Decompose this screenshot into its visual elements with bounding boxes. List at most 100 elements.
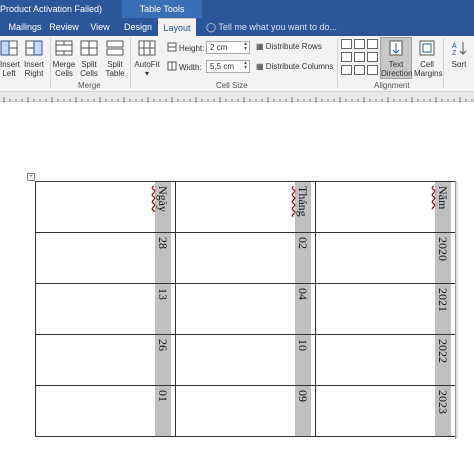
cell-text: 02 [296,237,310,249]
table-cell[interactable]: Tháng [175,181,316,233]
table-cell[interactable]: 01 [35,385,176,437]
cell-text: 01 [156,390,170,402]
table-cell[interactable]: 28 [35,232,176,284]
split-cells-label: Split Cells [80,60,98,78]
tab-mailings[interactable]: Mailings [2,18,48,36]
table-right-edge [455,181,458,439]
autofit-button[interactable]: AutoFit ▾ [132,40,162,78]
row-height-icon [167,42,177,52]
split-cells-button[interactable]: Split Cells [78,40,100,78]
text-direction-button[interactable]: Text Direction [380,37,413,79]
cell-margins-button[interactable]: Cell Margins [414,40,442,78]
column-width-icon [167,61,177,71]
table-cell[interactable]: 13 [35,283,176,335]
width-value: 5,5 cm [210,62,235,71]
table-cell[interactable]: 26 [35,334,176,386]
insert-right-icon [25,40,43,56]
horizontal-ruler[interactable] [0,92,474,103]
table-header-row: Ngày Tháng Năm [35,181,456,233]
table-cell[interactable]: 2021 [315,283,456,335]
data-table[interactable]: Ngày Tháng Năm 28 02 2020 13 04 2021 26 10 2022 01 09… [35,181,456,437]
table-row: 26 10 2022 [35,334,456,386]
autofit-icon [138,40,156,56]
tell-me-text: Tell me what you want to do... [218,22,337,32]
table-cell[interactable]: 09 [175,385,316,437]
align-top-right-icon[interactable] [367,39,378,49]
text-direction-icon [389,40,403,56]
merge-cells-label: Merge Cells [52,60,76,78]
cell-text: 26 [156,339,170,351]
group-label-merge: Merge [78,81,101,90]
ribbon-panel: Insert Left Insert Right Merge Cells Spl… [0,36,474,92]
align-top-left-icon[interactable] [341,39,352,49]
tab-view[interactable]: View [84,18,116,36]
distribute-columns-label: Distribute Columns [265,62,334,71]
align-top-center-icon[interactable] [354,39,365,49]
table-row: 13 04 2021 [35,283,456,335]
table-cell[interactable]: 10 [175,334,316,386]
distribute-rows-icon: ▦ [256,42,264,51]
tab-layout[interactable]: Layout [158,18,196,36]
tab-design[interactable]: Design [120,18,156,36]
cell-text: 2022 [436,339,450,363]
width-label: Width: [179,63,202,72]
table-tools-label: Table Tools [122,0,202,18]
table-cell[interactable]: 02 [175,232,316,284]
distribute-columns-button[interactable]: ▦ Distribute Columns [256,62,333,71]
align-center-left-icon[interactable] [341,52,352,62]
svg-text:A: A [452,43,457,50]
group-label-alignment: Alignment [374,81,410,90]
table-row: 28 02 2020 [35,232,456,284]
table-cell[interactable]: Ngày [35,181,176,233]
cell-text: 2021 [436,288,450,312]
sort-label: Sort [451,60,467,69]
insert-left-label: Insert Left [0,60,21,78]
cell-text: 10 [296,339,310,351]
height-value: 2 cm [210,43,228,52]
merge-cells-button[interactable]: Merge Cells [52,40,76,78]
lightbulb-icon: ◯ [206,22,217,32]
height-field[interactable]: 2 cm ▲ ▼ [206,41,250,54]
split-table-button[interactable]: Split Table [103,40,127,78]
align-center-icon[interactable] [354,52,365,62]
insert-left-button[interactable]: Insert Left [0,40,21,78]
svg-text:Z: Z [452,50,457,56]
ribbon-tab-row: Mailings Review View Design Layout ◯ Tel… [0,18,474,36]
cell-text: Ngày [156,186,170,212]
spin-arrows-icon[interactable]: ▲ ▼ [243,42,248,52]
split-cells-icon [80,40,98,56]
distribute-rows-button[interactable]: ▦ Distribute Rows [256,42,322,51]
group-divider [130,38,131,88]
spin-arrows-icon[interactable]: ▲ ▼ [243,61,248,71]
align-bottom-left-icon[interactable] [341,65,352,75]
cell-text: 2020 [436,237,450,261]
align-bottom-right-icon[interactable] [367,65,378,75]
insert-left-icon [0,40,18,56]
insert-right-button[interactable]: Insert Right [22,40,46,78]
cell-text: 28 [156,237,170,249]
chevron-down-icon: ▾ [144,69,149,78]
split-table-icon [106,40,124,56]
align-bottom-center-icon[interactable] [354,65,365,75]
width-field[interactable]: 5,5 cm ▲ ▼ [206,60,250,73]
insert-right-label: Insert Right [23,60,44,78]
table-cell[interactable]: 2023 [315,385,456,437]
title-bar: Product Activation Failed) Table Tools [0,0,474,18]
table-cell[interactable]: 2020 [315,232,456,284]
table-cell[interactable]: 04 [175,283,316,335]
group-divider [50,38,51,88]
table-cell[interactable]: 2022 [315,334,456,386]
group-label-cell-size: Cell Size [216,81,248,90]
app-title: Product Activation Failed) [0,4,103,14]
align-center-right-icon[interactable] [367,52,378,62]
tab-review[interactable]: Review [48,18,80,36]
table-cell[interactable]: Năm [315,181,456,233]
cell-text: 13 [156,288,170,300]
table-move-handle-icon[interactable]: + [27,173,35,181]
sort-button[interactable]: AZ Sort [448,40,470,69]
text-direction-label: Text Direction [381,60,413,78]
tell-me-box[interactable]: ◯ Tell me what you want to do... [206,18,356,36]
group-divider [443,38,444,88]
distribute-rows-label: Distribute Rows [265,42,322,51]
autofit-label: AutoFit [134,60,160,69]
